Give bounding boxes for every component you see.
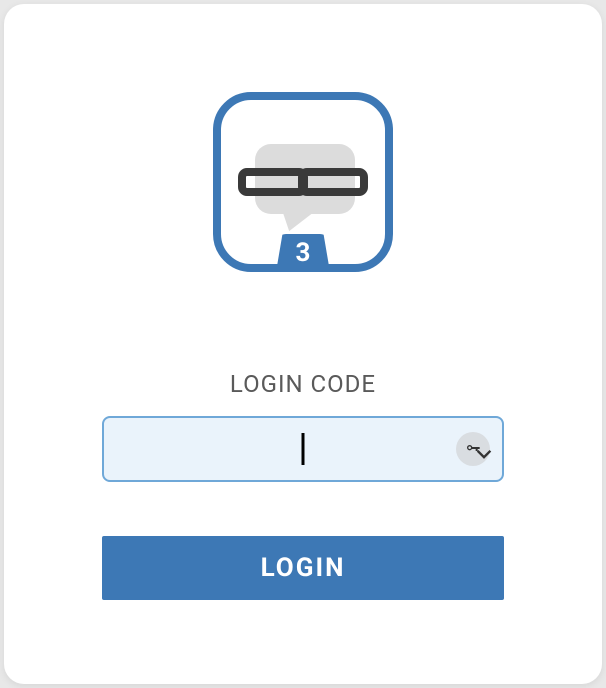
logo-version-badge: 3 xyxy=(276,234,330,272)
login-button[interactable]: LOGIN xyxy=(102,536,504,600)
speech-bubble-tail xyxy=(277,207,312,234)
login-form: LOGIN CODE LOGIN xyxy=(4,370,602,600)
login-code-input[interactable] xyxy=(102,416,504,482)
password-autofill-button[interactable] xyxy=(456,432,490,466)
badge-number: 3 xyxy=(296,238,311,268)
login-card: 3 LOGIN CODE LOGIN xyxy=(4,4,602,684)
input-wrapper xyxy=(102,416,504,482)
login-code-label: LOGIN CODE xyxy=(230,370,376,398)
chevron-down-icon xyxy=(476,446,492,462)
chain-link-icon xyxy=(238,157,368,207)
app-logo: 3 xyxy=(213,92,393,272)
